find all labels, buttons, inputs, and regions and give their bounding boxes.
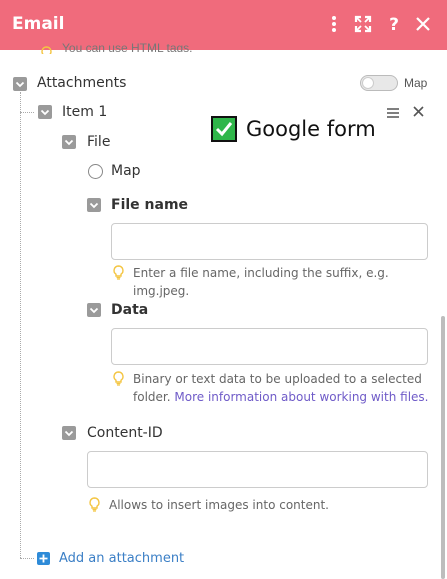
working-with-files-link[interactable]: More information about working with file… [174, 390, 428, 404]
toggle-knob [362, 77, 374, 89]
item-label: Item 1 [62, 104, 108, 120]
lightbulb-icon [112, 265, 125, 280]
help-icon[interactable]: ? [384, 14, 404, 35]
data-hint-line1: Binary or text data to be uploaded to a … [133, 372, 422, 386]
data-input[interactable] [111, 328, 428, 365]
add-attachment-link[interactable]: Add an attachment [59, 551, 184, 566]
expand-icon[interactable] [353, 14, 373, 34]
annotation-label: Google form [246, 117, 376, 141]
lightbulb-icon [88, 497, 101, 512]
menu-icon[interactable] [386, 106, 400, 118]
content-id-label: Content-ID [87, 425, 163, 441]
more-vertical-icon[interactable] [324, 14, 344, 34]
tree-line [20, 112, 34, 113]
data-label: Data [111, 302, 149, 318]
modal-title: Email [12, 14, 65, 34]
scrollbar[interactable] [441, 316, 445, 579]
attachments-label: Attachments [37, 75, 127, 91]
map-toggle-label: Map [404, 76, 428, 90]
data-hint-line2: folder. [133, 390, 171, 404]
item-collapse-checkbox[interactable] [38, 105, 52, 119]
lightbulb-icon [112, 371, 125, 386]
attachments-collapse-checkbox[interactable] [13, 77, 27, 91]
map-toggle[interactable] [360, 75, 398, 91]
file-label: File [87, 134, 111, 150]
tree-line [20, 92, 21, 558]
close-icon[interactable] [413, 14, 433, 34]
tree-line [20, 558, 34, 559]
lightbulb-icon [40, 46, 53, 54]
svg-text:?: ? [389, 15, 399, 34]
file-collapse-checkbox[interactable] [62, 135, 76, 149]
remove-item-icon[interactable] [412, 105, 425, 118]
file-name-label: File name [111, 197, 189, 213]
file-name-input[interactable] [111, 223, 428, 260]
file-name-hint: Enter a file name, including the suffix,… [133, 266, 389, 298]
previous-hint: You can use HTML tags. [62, 42, 193, 52]
map-radio[interactable] [88, 164, 103, 179]
check-mark-icon [211, 116, 237, 142]
content-id-checkbox[interactable] [62, 426, 76, 440]
content-id-hint: Allows to insert images into content. [109, 498, 329, 512]
content-id-input[interactable] [87, 451, 428, 488]
plus-icon[interactable] [37, 552, 50, 565]
file-name-checkbox[interactable] [87, 198, 101, 212]
data-hint: Binary or text data to be uploaded to a … [133, 370, 433, 406]
map-radio-label: Map [111, 163, 141, 179]
data-checkbox[interactable] [87, 303, 101, 317]
